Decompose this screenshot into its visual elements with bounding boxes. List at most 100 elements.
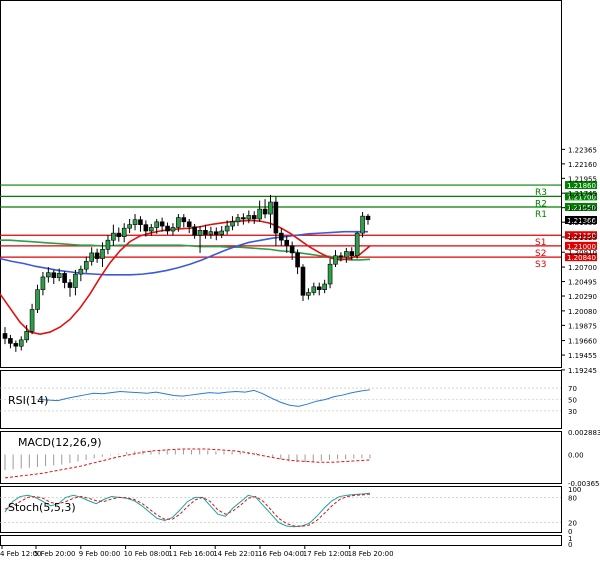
extra-tick-bottom: 0 (568, 541, 572, 549)
candle-body-bull (154, 221, 160, 228)
time-tick-label: 14 Feb 22:01 (213, 550, 259, 558)
candle-body-bull (148, 227, 154, 232)
candle-body-bear (349, 251, 355, 257)
candle-body-bull (360, 215, 365, 234)
candle-body-bull (105, 239, 111, 250)
stoch-pane (0, 486, 562, 533)
price-tick-label: 1.20700 (568, 264, 597, 272)
macd-label: MACD(12,26,9) (18, 436, 102, 449)
candle-body-bull (235, 217, 241, 223)
candle-body-bear (94, 252, 100, 259)
price-tick-label: 1.19455 (568, 352, 597, 360)
candle-body-bull (224, 225, 230, 232)
candle-body-bear (51, 272, 57, 278)
candle-body-bear (273, 201, 279, 234)
price-tick-label: 1.21125 (568, 234, 597, 242)
candle-body-bear (13, 343, 19, 347)
stoch-tick-label: 100 (568, 486, 581, 494)
candle-body-bull (132, 219, 138, 225)
candle-body-bear (300, 266, 306, 296)
time-tick-label: 16 Feb 04:00 (258, 550, 304, 558)
level-name-r1: R1 (535, 210, 547, 220)
candle-body-bull (40, 276, 46, 290)
price-tick-label: 1.20495 (568, 279, 597, 287)
level-name-s1: S1 (535, 238, 546, 248)
candle-body-bear (67, 282, 73, 288)
price-tick-label: 1.20290 (568, 293, 597, 301)
candle-body-bear (62, 273, 67, 283)
candle-body-bear (203, 229, 208, 235)
candle-body-bear (181, 217, 187, 223)
candle-body-bull (197, 229, 203, 236)
candle-body-bear (279, 232, 284, 241)
price-tick-label: 1.19245 (568, 367, 597, 375)
candle-body-bull (46, 272, 51, 278)
candle-body-bull (344, 251, 349, 258)
candle-body-bull (127, 224, 132, 229)
stoch-tick-label: 80 (568, 494, 577, 502)
candle-body-bull (170, 227, 176, 232)
candle-body-bull (333, 255, 338, 265)
price-tick-label: 1.22160 (568, 161, 597, 169)
candle-body-bull (311, 286, 317, 293)
candle (300, 264, 306, 301)
candle-body-bear (262, 208, 268, 215)
candle-body-bull (121, 227, 127, 237)
time-tick-label: 5 Feb 20:00 (34, 550, 75, 558)
level-name-s3: S3 (535, 260, 546, 270)
candle-body-bull (100, 249, 105, 259)
candle-body-bull (246, 215, 252, 220)
price-tick-label: 1.21540 (568, 205, 597, 213)
time-tick-label: 9 Feb 00:00 (79, 550, 120, 558)
candle-body-bear (251, 215, 257, 220)
candle-body-bear (2, 333, 8, 339)
candle-body-bear (165, 225, 170, 232)
price-tick-label: 1.22365 (568, 146, 597, 154)
candle-body-bear (316, 286, 322, 290)
candle-body-bear (284, 239, 290, 247)
time-tick-label: 17 Feb 12:00 (303, 550, 349, 558)
macd-tick-label: 0.002883 (568, 429, 600, 437)
candle-body-bull (354, 232, 360, 257)
candle-body-bull (83, 261, 89, 270)
price-tick-label: 1.20080 (568, 308, 597, 316)
candle-body-bull (29, 309, 35, 332)
time-tick-label: 11 Feb 16:00 (168, 550, 214, 558)
candle-body-bull (18, 339, 24, 347)
rsi-tick-label: 50 (568, 397, 577, 405)
time-tick-label: 10 Feb 08:00 (124, 550, 170, 558)
candle-body-bear (138, 219, 143, 225)
price-tick-label: 1.19660 (568, 338, 597, 346)
candle-body-bull (268, 201, 273, 215)
candle-body-bear (143, 224, 149, 232)
candle-body-bear (365, 215, 371, 220)
price-tick-label: 1.21955 (568, 175, 597, 183)
rsi-tick-label: 70 (568, 385, 577, 393)
candle-body-bull (73, 273, 78, 288)
stoch-tick-label: 20 (568, 520, 577, 528)
time-tick-label: 18 Feb 20:00 (348, 550, 394, 558)
main-pane (0, 0, 562, 368)
rsi-tick-label: 30 (568, 408, 577, 416)
candle-body-bear (116, 232, 122, 237)
price-tick-label: 1.19875 (568, 322, 597, 330)
candle-body-bull (208, 231, 214, 235)
price-tick-label: 1.20910 (568, 249, 597, 257)
candle-body-bull (230, 221, 235, 227)
price-tick-label: 1.21745 (568, 190, 597, 198)
level-name-r2: R2 (535, 199, 547, 209)
extra-pane (0, 535, 562, 546)
candle-body-bear (213, 231, 219, 235)
candle-body-bull (35, 289, 40, 310)
macd-tick-label: 0.00 (568, 451, 584, 459)
candle-body-bull (111, 232, 116, 241)
candle-body-bear (8, 338, 13, 344)
forex-chart: R31.21860R21.21700R11.21550S11.21150S21.… (0, 0, 600, 558)
rsi-label: RSI(14) (8, 394, 48, 407)
price-tick-label: 1.21335 (568, 219, 597, 227)
candle-body-bull (176, 217, 181, 228)
candle-body-bear (159, 221, 165, 227)
candle-body-bull (306, 292, 311, 296)
candle-body-bear (192, 226, 197, 236)
candle (354, 231, 360, 259)
